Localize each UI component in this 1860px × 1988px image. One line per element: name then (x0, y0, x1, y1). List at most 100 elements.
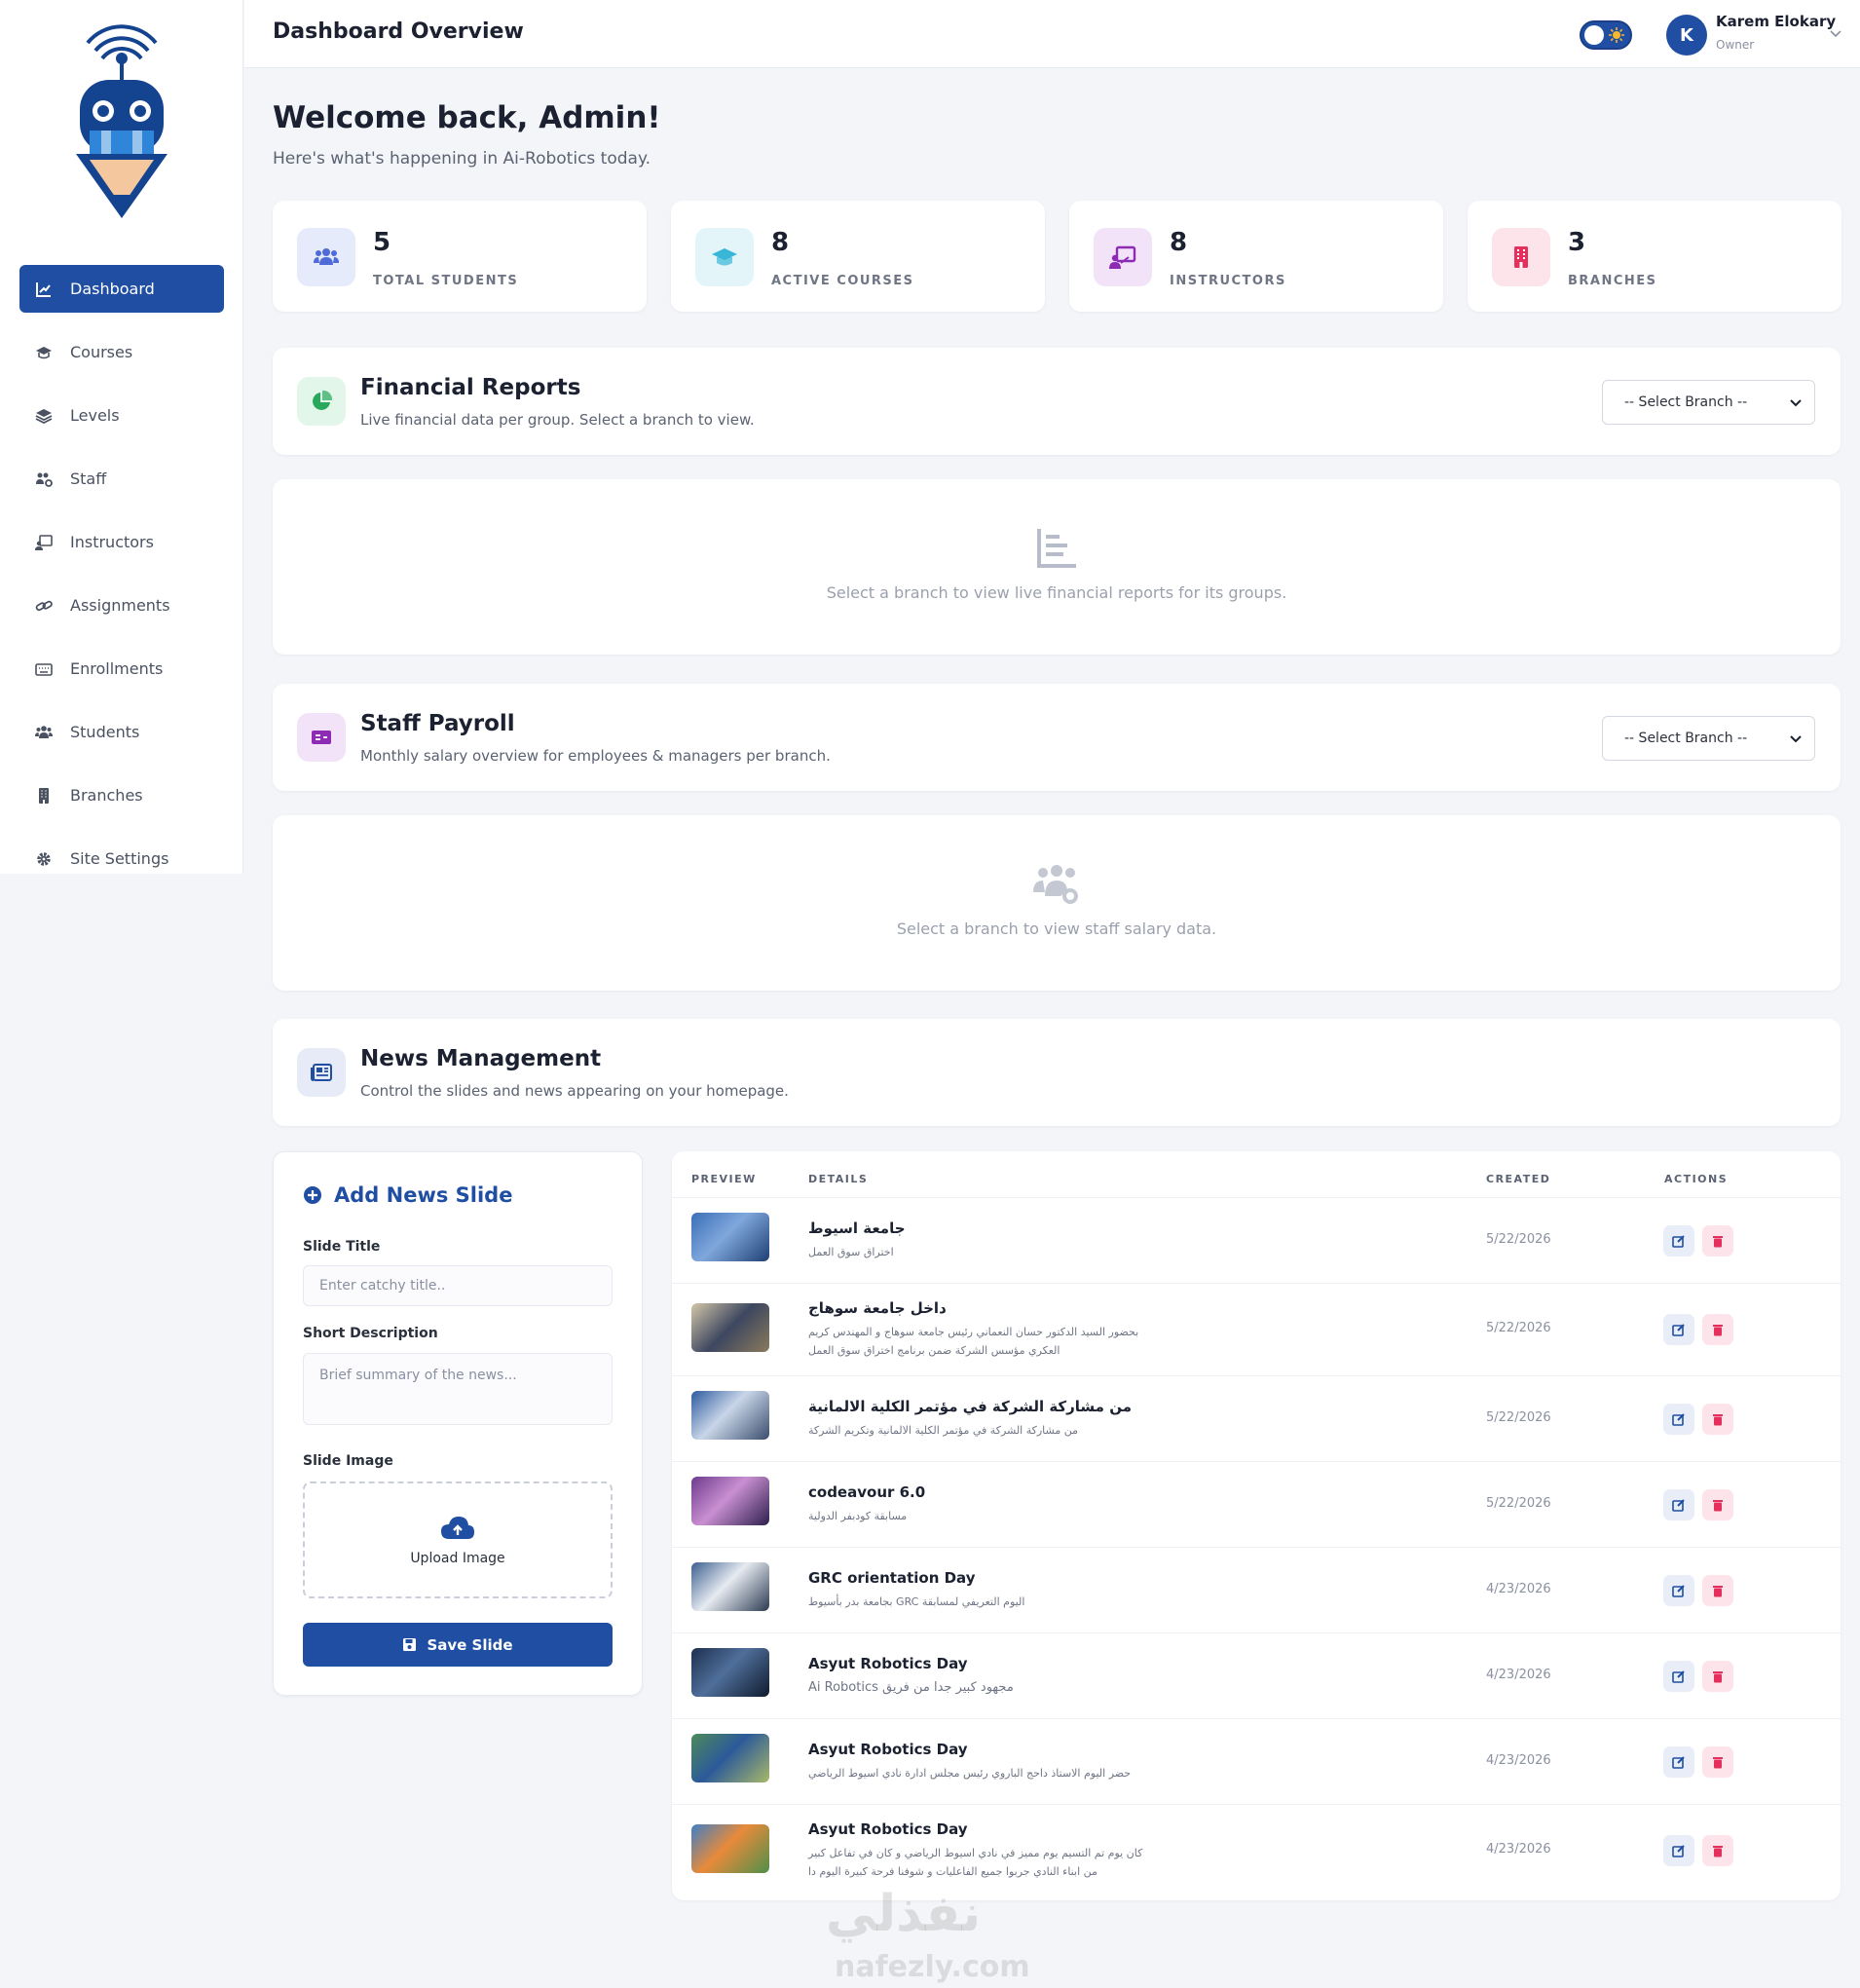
welcome-title: Welcome back, Admin! (273, 100, 661, 135)
sidebar-item-courses[interactable]: Courses (19, 328, 224, 376)
form-title-text: Add News Slide (334, 1183, 513, 1207)
building-icon (39, 787, 49, 804)
slide-title: Asyut Robotics Day (808, 1741, 968, 1758)
slide-title-label: Slide Title (303, 1239, 381, 1255)
edit-button[interactable] (1663, 1404, 1694, 1435)
sidebar-item-instructors[interactable]: Instructors (19, 518, 224, 566)
table-header-details: DETAILS (808, 1173, 869, 1185)
staff-payroll-header: Staff Payroll Monthly salary overview fo… (273, 684, 1841, 791)
edit-icon (1672, 1324, 1685, 1336)
table-row: GRC orientation Day بجامعة بدر بأسيوط GR… (672, 1547, 1841, 1632)
form-title: Add News Slide (303, 1183, 512, 1207)
sidebar-item-staff[interactable]: Staff (19, 455, 224, 503)
chart-line-icon (36, 281, 51, 297)
slide-description: بحضور السيد الدكتور حسان النعماني رئيس ج… (808, 1326, 1139, 1357)
short-description-placeholder: Brief summary of the news... (319, 1368, 517, 1383)
toggle-knob (1584, 25, 1604, 45)
welcome-subtitle: Here's what's happening in Ai-Robotics t… (273, 149, 651, 169)
trash-icon (1713, 1586, 1723, 1597)
users-cog-icon (36, 472, 53, 487)
slide-created-date: 4/23/2026 (1486, 1842, 1551, 1857)
sidebar-nav: Dashboard Courses Levels Staff Instructo… (19, 265, 224, 898)
stat-icon-bg (297, 228, 355, 286)
sidebar-item-assignments[interactable]: Assignments (19, 581, 224, 629)
graduation-cap-icon (36, 346, 52, 358)
section-icon-bg (297, 377, 346, 426)
branch-select-value: -- Select Branch -- (1624, 731, 1748, 746)
edit-button[interactable] (1663, 1746, 1694, 1778)
stat-value: 5 (373, 228, 391, 257)
theme-toggle[interactable] (1580, 20, 1632, 50)
slide-title-input[interactable]: Enter catchy title.. (303, 1265, 613, 1306)
short-description-textarea[interactable]: Brief summary of the news... (303, 1353, 613, 1425)
trash-icon (1713, 1500, 1723, 1512)
edit-button[interactable] (1663, 1835, 1694, 1866)
section-icon-bg (297, 1048, 346, 1097)
trash-icon (1713, 1671, 1723, 1683)
section-subtitle: Monthly salary overview for employees & … (360, 747, 831, 765)
delete-button[interactable] (1702, 1225, 1733, 1257)
newspaper-icon (311, 1064, 332, 1081)
upload-image-label: Upload Image (410, 1551, 505, 1566)
stat-icon-bg (695, 228, 754, 286)
edit-button[interactable] (1663, 1575, 1694, 1606)
plus-circle-icon (304, 1186, 321, 1204)
user-name[interactable]: Karem Elokary (1716, 13, 1836, 30)
sidebar-item-enrollments[interactable]: Enrollments (19, 645, 224, 693)
floppy-disk-icon (403, 1638, 417, 1651)
edit-button[interactable] (1663, 1489, 1694, 1520)
slide-preview-image (691, 1391, 769, 1440)
delete-button[interactable] (1702, 1575, 1733, 1606)
robot-logo-icon[interactable] (68, 21, 175, 226)
user-role: Owner (1716, 38, 1755, 52)
short-description-label: Short Description (303, 1326, 438, 1341)
slide-description: من مشاركة الشركة في مؤتمر الكلية الالمان… (808, 1424, 1078, 1437)
delete-button[interactable] (1702, 1835, 1733, 1866)
edit-button[interactable] (1663, 1661, 1694, 1692)
chalkboard-teacher-icon (1109, 245, 1136, 269)
slide-title: GRC orientation Day (808, 1569, 976, 1587)
stat-card-branches: 3 BRANCHES (1468, 201, 1841, 312)
trash-icon (1713, 1757, 1723, 1769)
slide-title: Asyut Robotics Day (808, 1655, 968, 1672)
slide-preview-image (691, 1303, 769, 1352)
chart-bar-icon (1037, 529, 1076, 568)
slide-created-date: 4/23/2026 (1486, 1668, 1551, 1682)
delete-button[interactable] (1702, 1489, 1733, 1520)
users-cog-icon (1033, 865, 1078, 904)
branch-select[interactable]: -- Select Branch -- (1602, 716, 1815, 761)
chart-pie-icon (313, 390, 333, 410)
slide-description: حضر اليوم الاستاذ داحج الباروي رئيس مجلس… (808, 1767, 1132, 1780)
sidebar-item-label: Enrollments (70, 659, 164, 678)
sidebar-item-students[interactable]: Students (19, 708, 224, 756)
sidebar-item-dashboard[interactable]: Dashboard (19, 265, 224, 313)
money-check-icon (312, 731, 331, 744)
table-header-preview: PREVIEW (691, 1173, 757, 1185)
sidebar-item-levels[interactable]: Levels (19, 392, 224, 439)
users-icon (314, 248, 339, 265)
avatar[interactable]: K (1666, 15, 1707, 56)
slide-preview-image (691, 1824, 769, 1873)
delete-button[interactable] (1702, 1661, 1733, 1692)
sidebar-item-branches[interactable]: Branches (19, 771, 224, 819)
sidebar: Dashboard Courses Levels Staff Instructo… (0, 0, 243, 874)
save-slide-label: Save Slide (427, 1635, 513, 1654)
stat-label: ACTIVE COURSES (771, 274, 914, 288)
delete-button[interactable] (1702, 1314, 1733, 1345)
delete-button[interactable] (1702, 1404, 1733, 1435)
stat-label: INSTRUCTORS (1170, 274, 1286, 288)
financial-reports-header: Financial Reports Live financial data pe… (273, 348, 1841, 455)
save-slide-button[interactable]: Save Slide (303, 1623, 613, 1667)
slide-description: مسابقة كودبفر الدولية (808, 1510, 908, 1522)
upload-image-dropzone[interactable]: Upload Image (303, 1482, 613, 1598)
section-subtitle: Live financial data per group. Select a … (360, 411, 755, 429)
sidebar-item-site-settings[interactable]: Site Settings (19, 835, 224, 882)
edit-button[interactable] (1663, 1314, 1694, 1345)
sidebar-item-label: Instructors (70, 533, 154, 551)
edit-button[interactable] (1663, 1225, 1694, 1257)
branch-select[interactable]: -- Select Branch -- (1602, 380, 1815, 425)
keyboard-icon (35, 662, 53, 676)
delete-button[interactable] (1702, 1746, 1733, 1778)
edit-icon (1672, 1413, 1685, 1426)
chevron-down-icon[interactable] (1829, 27, 1842, 41)
